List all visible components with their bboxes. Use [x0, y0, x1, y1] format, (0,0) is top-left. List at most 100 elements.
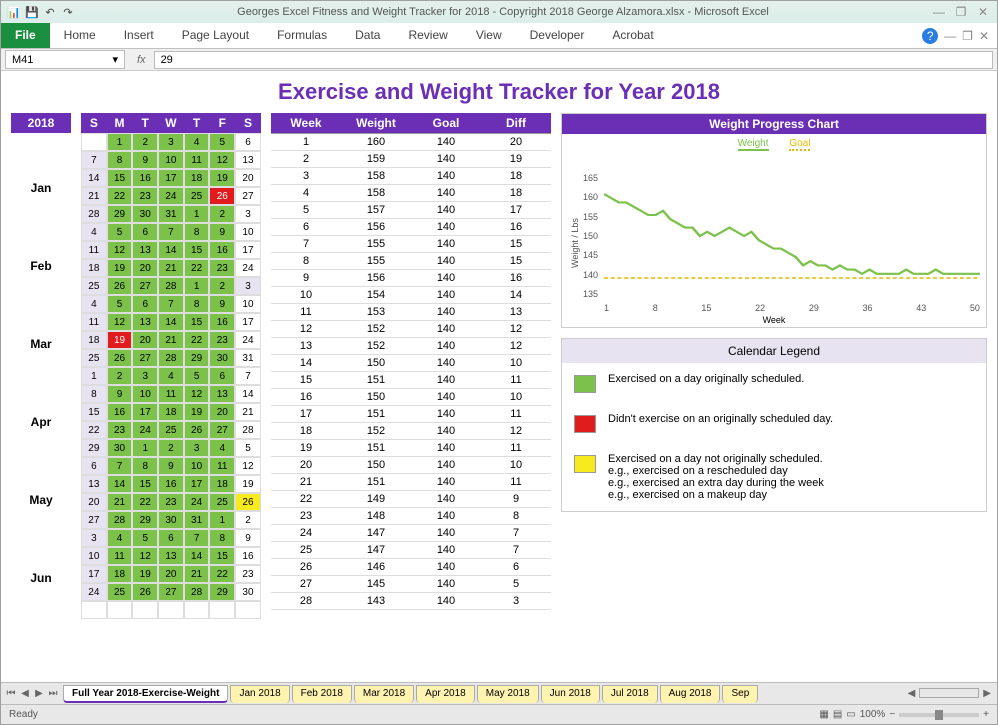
cal-cell[interactable]: 26: [209, 187, 235, 205]
cal-cell[interactable]: 18: [81, 331, 107, 349]
help-icon[interactable]: ?: [922, 28, 938, 44]
cal-cell[interactable]: 10: [235, 223, 261, 241]
cal-cell[interactable]: 14: [81, 169, 107, 187]
tab-prev-icon[interactable]: ◀: [19, 688, 31, 699]
cal-cell[interactable]: 2: [107, 367, 133, 385]
ribbon-restore-icon[interactable]: ❐: [962, 29, 973, 43]
week-row[interactable]: 2115114011: [271, 474, 551, 491]
cal-cell[interactable]: 23: [235, 565, 261, 583]
cal-cell[interactable]: 20: [132, 331, 158, 349]
cal-cell[interactable]: 22: [184, 331, 210, 349]
cal-cell[interactable]: 6: [132, 223, 158, 241]
cal-cell[interactable]: 28: [184, 583, 210, 601]
hscroll-right-icon[interactable]: ▶: [983, 688, 991, 699]
zoom-slider[interactable]: [899, 713, 979, 717]
cal-cell[interactable]: 11: [158, 385, 184, 403]
cal-cell[interactable]: 7: [158, 295, 184, 313]
week-row[interactable]: 271451405: [271, 576, 551, 593]
week-row[interactable]: 515714017: [271, 202, 551, 219]
cal-cell[interactable]: 16: [209, 313, 235, 331]
file-tab[interactable]: File: [1, 23, 50, 48]
cal-cell[interactable]: 4: [107, 529, 133, 547]
cal-cell[interactable]: 29: [132, 511, 158, 529]
cal-cell[interactable]: 2: [209, 205, 235, 223]
cal-cell[interactable]: 9: [132, 151, 158, 169]
cal-cell[interactable]: 29: [81, 439, 107, 457]
sheet-tab[interactable]: Sep: [722, 685, 758, 703]
tab-first-icon[interactable]: ⏮: [5, 688, 17, 699]
cal-cell[interactable]: 20: [132, 259, 158, 277]
week-row[interactable]: 2015014010: [271, 457, 551, 474]
cal-cell[interactable]: 17: [158, 169, 184, 187]
cal-cell[interactable]: 13: [235, 151, 261, 169]
cal-cell[interactable]: 8: [209, 529, 235, 547]
week-row[interactable]: 615614016: [271, 219, 551, 236]
week-row[interactable]: 231481408: [271, 508, 551, 525]
cal-cell[interactable]: 18: [81, 259, 107, 277]
cal-cell[interactable]: 3: [81, 529, 107, 547]
cal-cell[interactable]: 19: [107, 259, 133, 277]
dropdown-icon[interactable]: ▾: [112, 53, 118, 66]
name-box[interactable]: M41▾: [5, 50, 125, 69]
cal-cell[interactable]: 30: [107, 439, 133, 457]
cal-cell[interactable]: 20: [209, 403, 235, 421]
cal-cell[interactable]: 22: [81, 421, 107, 439]
cal-cell[interactable]: 29: [184, 349, 210, 367]
cal-cell[interactable]: 18: [184, 169, 210, 187]
cal-cell[interactable]: 6: [158, 529, 184, 547]
cal-cell[interactable]: 25: [81, 277, 107, 295]
week-row[interactable]: 1015414014: [271, 287, 551, 304]
save-icon[interactable]: 💾: [25, 5, 39, 19]
cal-cell[interactable]: 9: [209, 295, 235, 313]
cal-cell[interactable]: 18: [158, 403, 184, 421]
cal-cell[interactable]: [107, 601, 133, 619]
cal-cell[interactable]: 20: [235, 169, 261, 187]
cal-cell[interactable]: 15: [132, 475, 158, 493]
ribbon-tab[interactable]: Home: [50, 23, 110, 48]
cal-cell[interactable]: 17: [184, 475, 210, 493]
cal-cell[interactable]: 27: [132, 349, 158, 367]
cal-cell[interactable]: 4: [184, 133, 210, 151]
zoom-out-icon[interactable]: −: [889, 709, 895, 720]
cal-cell[interactable]: 27: [209, 421, 235, 439]
fx-icon[interactable]: fx: [129, 54, 154, 66]
view-normal-icon[interactable]: ▦: [819, 709, 828, 720]
tab-last-icon[interactable]: ⏭: [47, 688, 59, 699]
sheet-tab[interactable]: Jul 2018: [602, 685, 658, 703]
cal-cell[interactable]: 22: [132, 493, 158, 511]
cal-cell[interactable]: 8: [107, 151, 133, 169]
cal-cell[interactable]: 10: [235, 295, 261, 313]
cal-cell[interactable]: 10: [81, 547, 107, 565]
cal-cell[interactable]: 14: [235, 385, 261, 403]
ribbon-close-icon[interactable]: ✕: [979, 29, 989, 43]
cal-cell[interactable]: 17: [81, 565, 107, 583]
cal-cell[interactable]: 13: [81, 475, 107, 493]
cal-cell[interactable]: 28: [158, 277, 184, 295]
cal-cell[interactable]: 31: [184, 511, 210, 529]
cal-cell[interactable]: 17: [235, 241, 261, 259]
cal-cell[interactable]: 8: [184, 295, 210, 313]
cal-cell[interactable]: 16: [132, 169, 158, 187]
cal-cell[interactable]: 27: [235, 187, 261, 205]
cal-cell[interactable]: 19: [235, 475, 261, 493]
week-row[interactable]: 251471407: [271, 542, 551, 559]
cal-cell[interactable]: 22: [107, 187, 133, 205]
cal-cell[interactable]: 14: [107, 475, 133, 493]
cal-cell[interactable]: 5: [132, 529, 158, 547]
sheet-tab[interactable]: Aug 2018: [660, 685, 721, 703]
week-row[interactable]: 815514015: [271, 253, 551, 270]
cal-cell[interactable]: 8: [81, 385, 107, 403]
cal-cell[interactable]: 11: [209, 457, 235, 475]
cal-cell[interactable]: 1: [132, 439, 158, 457]
cal-cell[interactable]: 22: [184, 259, 210, 277]
cal-cell[interactable]: 25: [209, 493, 235, 511]
cal-cell[interactable]: 4: [81, 295, 107, 313]
cal-cell[interactable]: 9: [209, 223, 235, 241]
cal-cell[interactable]: 13: [132, 241, 158, 259]
cal-cell[interactable]: 12: [235, 457, 261, 475]
week-row[interactable]: 281431403: [271, 593, 551, 610]
cal-cell[interactable]: 28: [81, 205, 107, 223]
restore-icon[interactable]: ❐: [953, 4, 969, 20]
cal-cell[interactable]: 7: [235, 367, 261, 385]
ribbon-tab[interactable]: Developer: [516, 23, 599, 48]
